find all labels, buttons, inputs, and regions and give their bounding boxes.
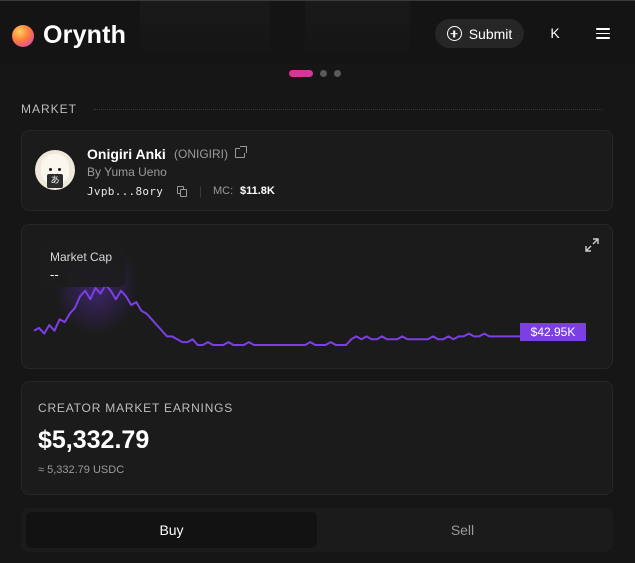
- brand-logo-icon: [12, 24, 34, 47]
- carousel-dot[interactable]: [334, 70, 341, 77]
- expand-icon[interactable]: [585, 238, 599, 252]
- earnings-usdc-value: ≈ 5,332.79 USDC: [38, 464, 125, 476]
- token-symbol: (ONIGIRI): [174, 147, 228, 161]
- current-price-label: $42.95K: [531, 325, 576, 339]
- hamburger-menu-icon[interactable]: [596, 28, 610, 39]
- submit-button[interactable]: Submit: [435, 19, 524, 48]
- section-label-market: MARKET: [21, 102, 78, 116]
- market-cap-chart[interactable]: $42.95K Market Cap --: [21, 224, 613, 369]
- divider: [200, 186, 201, 198]
- creator-earnings-card: CREATOR MARKET EARNINGS $5,332.79 ≈ 5,33…: [21, 381, 613, 495]
- chart-tooltip-label: Market Cap: [50, 250, 113, 264]
- top-bar: Orynth Submit K: [0, 0, 635, 64]
- tab-buy[interactable]: Buy: [26, 512, 317, 548]
- chart-tooltip-value: --: [50, 267, 59, 282]
- header-backdrop: [305, 1, 410, 53]
- submit-label: Submit: [468, 25, 513, 42]
- market-cap-value: $11.8K: [240, 185, 275, 197]
- carousel-dot[interactable]: [320, 70, 327, 77]
- token-name: Onigiri Anki: [87, 146, 166, 162]
- header-backdrop: [140, 1, 270, 53]
- token-address: Jvpb...8ory: [87, 185, 164, 198]
- carousel-dot-active[interactable]: [289, 70, 313, 77]
- brand-logo[interactable]: Orynth: [12, 21, 126, 50]
- token-creator: By Yuma Ueno: [87, 165, 167, 179]
- earnings-value: $5,332.79: [38, 426, 150, 454]
- carousel-dots: [289, 70, 341, 77]
- section-divider: [94, 109, 602, 110]
- market-cap-label: MC:: [213, 185, 234, 197]
- brand-name: Orynth: [43, 21, 127, 49]
- trade-tabs: Buy Sell: [21, 508, 613, 552]
- app-root: Orynth Submit K MARKET あ Onigiri Anki (O…: [0, 0, 635, 563]
- external-link-icon[interactable]: [235, 146, 247, 158]
- chart-tooltip: Market Cap --: [42, 243, 125, 287]
- token-card[interactable]: あ Onigiri Anki (ONIGIRI) By Yuma Ueno Jv…: [21, 130, 613, 211]
- user-avatar-button[interactable]: K: [546, 25, 564, 41]
- tab-sell[interactable]: Sell: [317, 512, 608, 548]
- token-avatar: あ: [35, 150, 75, 190]
- earnings-label: CREATOR MARKET EARNINGS: [38, 401, 234, 415]
- current-price-tag: $42.95K: [520, 323, 586, 341]
- plus-circle-icon: [446, 26, 462, 41]
- avatar-glyph: あ: [47, 174, 63, 188]
- copy-icon[interactable]: [177, 186, 187, 197]
